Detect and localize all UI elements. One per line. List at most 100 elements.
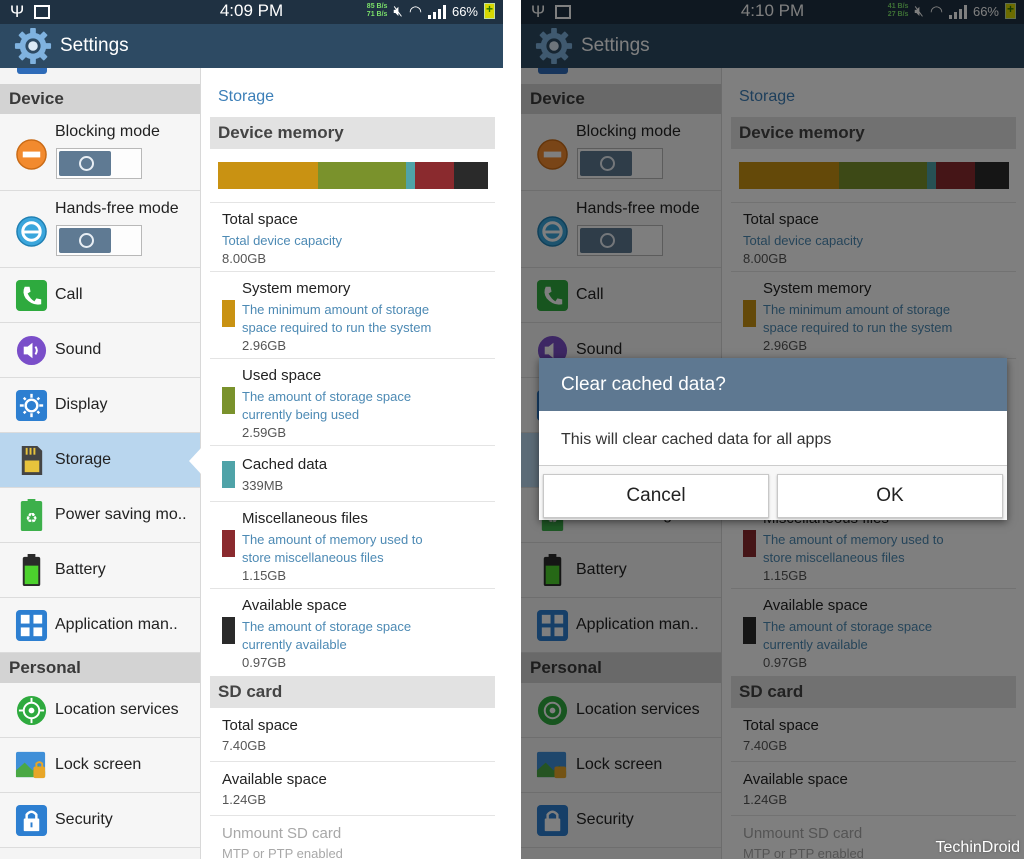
nav-label: Hands-free mode (55, 200, 179, 217)
phone-screen-left: Ψ 4:09 PM 85 B/s71 B/s 🔇︎ ◠ 66% Settings (0, 0, 503, 859)
svg-text:♻: ♻ (25, 510, 37, 526)
nav-label: Storage (55, 451, 112, 468)
membar-available (454, 162, 488, 189)
nav-item-storage[interactable]: Storage (0, 433, 200, 488)
phone-screen-right: Ψ 4:10 PM 41 B/s27 B/s 🔇︎ ◠ 66% Settings (521, 0, 1024, 859)
nav-label: Sound (55, 341, 102, 358)
row-cached-data[interactable]: Cached data 339MB (210, 446, 495, 502)
swatch-used (222, 387, 235, 414)
nav-label: Power saving mo.. (55, 506, 187, 523)
nav-item-battery[interactable]: Battery (0, 543, 200, 598)
nav-item-location-services[interactable]: Location services (0, 683, 200, 738)
nav-label: Display (55, 396, 108, 413)
padlock-icon (15, 804, 48, 837)
section-header-sd-card: SD card (210, 676, 495, 708)
row-title: Used space (242, 367, 322, 384)
nav-item-security[interactable]: Security (0, 793, 200, 848)
status-bar: Ψ 4:09 PM 85 B/s 71 B/s 🔇︎ ◠ 66% (0, 0, 503, 24)
row-desc: space required to run the system (242, 320, 432, 335)
row-sd-available-space[interactable]: Available space 1.24GB (210, 762, 495, 816)
row-desc: The minimum amount of storage (242, 302, 430, 317)
nav-header-personal: Personal (0, 653, 200, 683)
blocking-mode-toggle[interactable] (56, 148, 142, 179)
battery-charging-icon (484, 2, 495, 19)
location-icon (16, 695, 47, 726)
row-value: 1.24GB (222, 792, 267, 807)
phone-icon (15, 279, 48, 312)
nav-item-call[interactable]: Call (0, 268, 200, 323)
row-desc: currently available (242, 637, 347, 652)
breadcrumb: Storage (218, 88, 275, 105)
row-value: 7.40GB (222, 738, 267, 753)
row-available-space[interactable]: Available space The amount of storage sp… (210, 589, 495, 676)
row-sd-total-space[interactable]: Total space 7.40GB (210, 708, 495, 762)
cancel-button[interactable]: Cancel (543, 474, 769, 518)
row-used-space[interactable]: Used space The amount of storage space c… (210, 359, 495, 446)
network-speed-icon: 85 B/s 71 B/s (366, 3, 388, 18)
row-desc: currently being used (242, 407, 360, 422)
action-bar: Settings (0, 24, 503, 68)
row-desc: The amount of storage space (242, 619, 412, 634)
row-value: 0.97GB (242, 655, 287, 670)
nav-item-blocking-mode[interactable]: Blocking mode (0, 114, 200, 191)
nav-item-power-saving[interactable]: ♻ Power saving mo.. (0, 488, 200, 543)
nav-label: Blocking mode (55, 123, 160, 140)
membar-misc (415, 162, 455, 189)
row-miscellaneous-files[interactable]: Miscellaneous files The amount of memory… (210, 502, 495, 589)
clear-cache-dialog: Clear cached data? This will clear cache… (539, 358, 1007, 520)
watermark: TechinDroid (935, 839, 1020, 856)
grid-icon (15, 609, 48, 642)
nav-item-lock-screen[interactable]: Lock screen (0, 738, 200, 793)
nav-label: Security (55, 811, 113, 828)
membar-system (218, 162, 318, 189)
row-title: Available space (222, 771, 327, 788)
swatch-cached (222, 461, 235, 488)
row-desc: The amount of storage space (242, 389, 412, 404)
swatch-system (222, 300, 235, 327)
settings-nav: Device Blocking mode Hands-free mode Cal… (0, 68, 201, 859)
row-desc: store miscellaneous files (242, 550, 384, 565)
dialog-title: Clear cached data? (539, 358, 1007, 411)
dialog-message: This will clear cached data for all apps (539, 411, 1007, 466)
nav-item-application-manager[interactable]: Application man.. (0, 598, 200, 653)
row-title: System memory (242, 280, 351, 297)
row-value: 1.15GB (242, 568, 287, 583)
selection-pointer (189, 447, 202, 475)
settings-gear-icon[interactable] (14, 27, 52, 65)
storage-content: Storage Device memory Total space Total … (201, 68, 503, 859)
sd-card-icon (21, 445, 43, 476)
row-desc: Total device capacity (222, 233, 342, 248)
nav-scroll-remnant (0, 68, 200, 84)
row-title: Cached data (242, 456, 328, 473)
row-value: 339MB (242, 478, 284, 493)
signal-icon (427, 4, 446, 19)
row-value: 8.00GB (222, 251, 267, 266)
row-unmount-sd-card: Unmount SD card MTP or PTP enabled (210, 816, 495, 859)
hands-free-icon (16, 216, 47, 247)
nav-label: Call (55, 286, 83, 303)
row-value: 2.59GB (242, 425, 287, 440)
dialog-buttons: Cancel OK (543, 474, 1003, 518)
nav-label: Lock screen (55, 756, 142, 773)
nav-header-device: Device (0, 84, 200, 114)
nav-item-sound[interactable]: Sound (0, 323, 200, 378)
toggle-knob (59, 151, 111, 176)
battery-percent: 66% (451, 3, 478, 19)
membar-cached (405, 162, 416, 189)
swatch-misc (222, 530, 235, 557)
row-value: 2.96GB (242, 338, 287, 353)
row-desc: The amount of memory used to (242, 532, 423, 547)
row-system-memory[interactable]: System memory The minimum amount of stor… (210, 272, 495, 359)
hands-free-toggle[interactable] (56, 225, 142, 256)
row-title: Miscellaneous files (242, 510, 368, 527)
mute-icon: 🔇︎ (393, 2, 403, 20)
nav-item-display[interactable]: Display (0, 378, 200, 433)
row-title: Unmount SD card (222, 825, 342, 842)
battery-icon (22, 554, 41, 587)
nav-item-hands-free-mode[interactable]: Hands-free mode (0, 191, 200, 268)
ok-button[interactable]: OK (777, 474, 1003, 518)
row-total-space[interactable]: Total space Total device capacity 8.00GB (210, 202, 495, 272)
lock-screen-icon (15, 751, 46, 779)
nav-label: Battery (55, 561, 106, 578)
row-title: Total space (222, 211, 298, 228)
